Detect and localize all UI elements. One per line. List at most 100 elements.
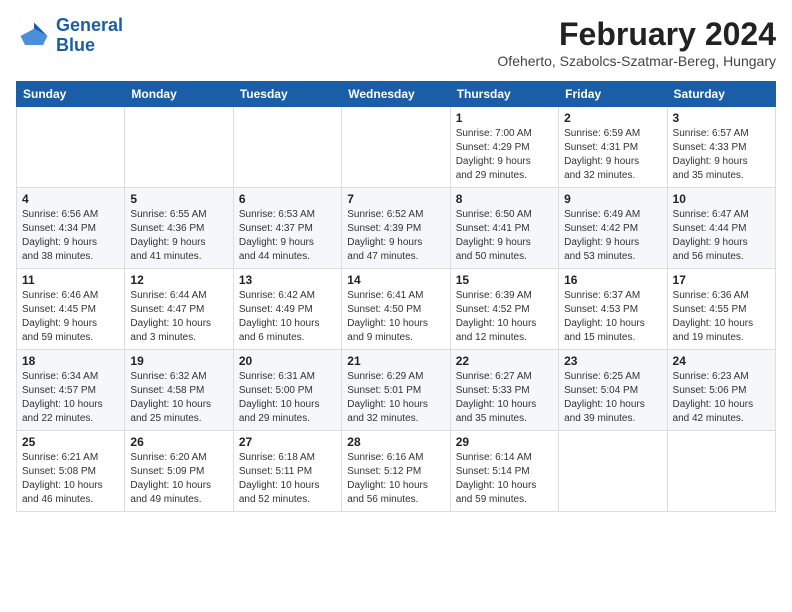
day-info: Sunrise: 6:47 AM Sunset: 4:44 PM Dayligh… (673, 208, 770, 264)
day-info: Sunrise: 6:20 AM Sunset: 5:09 PM Dayligh… (130, 451, 227, 507)
day-number: 19 (130, 354, 227, 368)
day-info: Sunrise: 6:49 AM Sunset: 4:42 PM Dayligh… (564, 208, 661, 264)
calendar-cell: 20 Sunrise: 6:31 AM Sunset: 5:00 PM Dayli… (233, 350, 341, 431)
calendar-cell: 23 Sunrise: 6:25 AM Sunset: 5:04 PM Dayli… (559, 350, 667, 431)
weekday-header-row: SundayMondayTuesdayWednesdayThursdayFrid… (17, 82, 776, 107)
calendar-cell: 10 Sunrise: 6:47 AM Sunset: 4:44 PM Dayli… (667, 188, 775, 269)
day-number: 9 (564, 192, 661, 206)
day-info: Sunrise: 6:44 AM Sunset: 4:47 PM Dayligh… (130, 289, 227, 345)
day-info: Sunrise: 6:42 AM Sunset: 4:49 PM Dayligh… (239, 289, 336, 345)
day-info: Sunrise: 6:14 AM Sunset: 5:14 PM Dayligh… (456, 451, 553, 507)
calendar-cell: 2Sunrise: 6:59 AM Sunset: 4:31 PM Daylig… (559, 107, 667, 188)
calendar-cell (17, 107, 125, 188)
day-number: 27 (239, 435, 336, 449)
day-number: 29 (456, 435, 553, 449)
weekday-saturday: Saturday (667, 82, 775, 107)
logo-icon (16, 18, 52, 54)
calendar-body: 1Sunrise: 7:00 AM Sunset: 4:29 PM Daylig… (17, 107, 776, 512)
day-info: Sunrise: 6:18 AM Sunset: 5:11 PM Dayligh… (239, 451, 336, 507)
calendar-cell: 6Sunrise: 6:53 AM Sunset: 4:37 PM Daylig… (233, 188, 341, 269)
day-number: 25 (22, 435, 119, 449)
day-number: 21 (347, 354, 444, 368)
day-info: Sunrise: 6:36 AM Sunset: 4:55 PM Dayligh… (673, 289, 770, 345)
day-info: Sunrise: 6:50 AM Sunset: 4:41 PM Dayligh… (456, 208, 553, 264)
calendar-cell: 3 Sunrise: 6:57 AM Sunset: 4:33 PM Daylig… (667, 107, 775, 188)
day-info: Sunrise: 6:34 AM Sunset: 4:57 PM Dayligh… (22, 370, 119, 426)
day-number: 16 (564, 273, 661, 287)
calendar-cell (667, 431, 775, 512)
day-number: 15 (456, 273, 553, 287)
day-number: 20 (239, 354, 336, 368)
day-number: 10 (673, 192, 770, 206)
day-number: 4 (22, 192, 119, 206)
day-number: 18 (22, 354, 119, 368)
calendar-cell (233, 107, 341, 188)
day-number: 28 (347, 435, 444, 449)
page-header: General Blue February 2024 Ofeherto, Sza… (16, 16, 776, 69)
weekday-wednesday: Wednesday (342, 82, 450, 107)
calendar-cell: 16 Sunrise: 6:37 AM Sunset: 4:53 PM Dayli… (559, 269, 667, 350)
day-number: 17 (673, 273, 770, 287)
day-number: 11 (22, 273, 119, 287)
calendar-cell: 13Sunrise: 6:42 AM Sunset: 4:49 PM Dayli… (233, 269, 341, 350)
day-info: Sunrise: 6:39 AM Sunset: 4:52 PM Dayligh… (456, 289, 553, 345)
calendar-cell: 29 Sunrise: 6:14 AM Sunset: 5:14 PM Dayli… (450, 431, 558, 512)
day-info: Sunrise: 6:31 AM Sunset: 5:00 PM Dayligh… (239, 370, 336, 426)
day-info: Sunrise: 6:57 AM Sunset: 4:33 PM Dayligh… (673, 127, 770, 183)
calendar-table: SundayMondayTuesdayWednesdayThursdayFrid… (16, 81, 776, 512)
calendar-cell: 18 Sunrise: 6:34 AM Sunset: 4:57 PM Dayli… (17, 350, 125, 431)
location: Ofeherto, Szabolcs-Szatmar-Bereg, Hungar… (497, 53, 776, 69)
calendar-cell: 15 Sunrise: 6:39 AM Sunset: 4:52 PM Dayli… (450, 269, 558, 350)
calendar-cell: 25 Sunrise: 6:21 AM Sunset: 5:08 PM Dayli… (17, 431, 125, 512)
day-number: 23 (564, 354, 661, 368)
day-number: 24 (673, 354, 770, 368)
day-number: 7 (347, 192, 444, 206)
month-year: February 2024 (497, 16, 776, 53)
day-number: 26 (130, 435, 227, 449)
day-number: 5 (130, 192, 227, 206)
day-number: 12 (130, 273, 227, 287)
calendar-cell: 7 Sunrise: 6:52 AM Sunset: 4:39 PM Daylig… (342, 188, 450, 269)
week-row-5: 25 Sunrise: 6:21 AM Sunset: 5:08 PM Dayli… (17, 431, 776, 512)
calendar-cell: 11 Sunrise: 6:46 AM Sunset: 4:45 PM Dayli… (17, 269, 125, 350)
calendar-cell: 26 Sunrise: 6:20 AM Sunset: 5:09 PM Dayli… (125, 431, 233, 512)
calendar-cell: 28 Sunrise: 6:16 AM Sunset: 5:12 PM Dayli… (342, 431, 450, 512)
weekday-thursday: Thursday (450, 82, 558, 107)
day-info: Sunrise: 6:25 AM Sunset: 5:04 PM Dayligh… (564, 370, 661, 426)
week-row-1: 1Sunrise: 7:00 AM Sunset: 4:29 PM Daylig… (17, 107, 776, 188)
title-block: February 2024 Ofeherto, Szabolcs-Szatmar… (497, 16, 776, 69)
calendar-cell: 14Sunrise: 6:41 AM Sunset: 4:50 PM Dayli… (342, 269, 450, 350)
day-number: 6 (239, 192, 336, 206)
day-info: Sunrise: 6:56 AM Sunset: 4:34 PM Dayligh… (22, 208, 119, 264)
calendar-cell: 19Sunrise: 6:32 AM Sunset: 4:58 PM Dayli… (125, 350, 233, 431)
logo: General Blue (16, 16, 123, 56)
day-info: Sunrise: 6:16 AM Sunset: 5:12 PM Dayligh… (347, 451, 444, 507)
day-number: 14 (347, 273, 444, 287)
day-info: Sunrise: 7:00 AM Sunset: 4:29 PM Dayligh… (456, 127, 553, 183)
calendar-cell: 22Sunrise: 6:27 AM Sunset: 5:33 PM Dayli… (450, 350, 558, 431)
day-info: Sunrise: 6:37 AM Sunset: 4:53 PM Dayligh… (564, 289, 661, 345)
calendar-cell: 27 Sunrise: 6:18 AM Sunset: 5:11 PM Dayli… (233, 431, 341, 512)
day-info: Sunrise: 6:52 AM Sunset: 4:39 PM Dayligh… (347, 208, 444, 264)
week-row-3: 11 Sunrise: 6:46 AM Sunset: 4:45 PM Dayli… (17, 269, 776, 350)
day-info: Sunrise: 6:59 AM Sunset: 4:31 PM Dayligh… (564, 127, 661, 183)
day-number: 22 (456, 354, 553, 368)
week-row-4: 18 Sunrise: 6:34 AM Sunset: 4:57 PM Dayli… (17, 350, 776, 431)
calendar-cell (342, 107, 450, 188)
calendar-cell: 4 Sunrise: 6:56 AM Sunset: 4:34 PM Daylig… (17, 188, 125, 269)
calendar-cell: 5Sunrise: 6:55 AM Sunset: 4:36 PM Daylig… (125, 188, 233, 269)
weekday-monday: Monday (125, 82, 233, 107)
calendar-cell: 12 Sunrise: 6:44 AM Sunset: 4:47 PM Dayli… (125, 269, 233, 350)
day-info: Sunrise: 6:46 AM Sunset: 4:45 PM Dayligh… (22, 289, 119, 345)
calendar-cell: 24Sunrise: 6:23 AM Sunset: 5:06 PM Dayli… (667, 350, 775, 431)
logo-text: General Blue (56, 16, 123, 56)
calendar-cell: 1Sunrise: 7:00 AM Sunset: 4:29 PM Daylig… (450, 107, 558, 188)
day-info: Sunrise: 6:21 AM Sunset: 5:08 PM Dayligh… (22, 451, 119, 507)
calendar-cell: 17 Sunrise: 6:36 AM Sunset: 4:55 PM Dayli… (667, 269, 775, 350)
calendar-cell (125, 107, 233, 188)
weekday-sunday: Sunday (17, 82, 125, 107)
day-number: 3 (673, 111, 770, 125)
calendar-cell: 21Sunrise: 6:29 AM Sunset: 5:01 PM Dayli… (342, 350, 450, 431)
week-row-2: 4 Sunrise: 6:56 AM Sunset: 4:34 PM Daylig… (17, 188, 776, 269)
weekday-tuesday: Tuesday (233, 82, 341, 107)
